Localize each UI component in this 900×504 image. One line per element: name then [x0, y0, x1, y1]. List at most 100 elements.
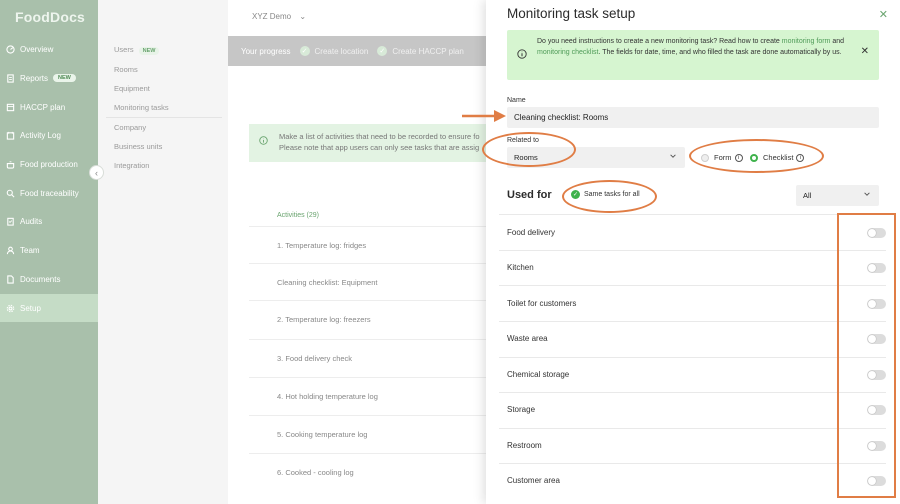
activity-name: Cleaning checklist: Equipment [277, 277, 378, 287]
subnav-divider [106, 117, 222, 118]
room-row: Restroom [499, 428, 886, 464]
annotation-circle-related-to [482, 132, 576, 167]
dashboard-icon [6, 44, 15, 54]
name-input[interactable]: Cleaning checklist: Rooms [507, 107, 879, 128]
annotation-circle-same-tasks [562, 180, 657, 213]
room-label: Restroom [507, 441, 542, 451]
room-label: Customer area [507, 476, 560, 486]
room-row: Chemical storage [499, 357, 886, 393]
nav-item-label: Reports [20, 73, 49, 83]
nav-item-label: Audits [20, 216, 43, 226]
company-selector[interactable]: XYZ Demo ⌄ [252, 12, 306, 21]
monitoring-checklist-link[interactable]: monitoring checklist [537, 49, 598, 56]
room-label: Chemical storage [507, 370, 570, 380]
banner-text: . The fields for date, time, and who fil… [598, 48, 779, 56]
subnav-item-integration[interactable]: Integration [114, 161, 149, 170]
nav-item-audits[interactable]: Audits [0, 207, 98, 235]
rooms-filter-select[interactable]: All [796, 185, 879, 206]
annotation-box-toggles [837, 213, 896, 498]
progress-step-label: Create HACCP plan [392, 46, 464, 56]
activity-row[interactable]: 5. Cooking temperature log [249, 415, 489, 452]
subnav-item-equipment[interactable]: Equipment [114, 84, 150, 93]
banner-text: and [832, 38, 845, 45]
nav-item-label: Overview [20, 44, 54, 54]
nav-item-overview[interactable]: Overview [0, 35, 98, 63]
activity-name: 4. Hot holding temperature log [277, 391, 378, 401]
nav-item-team[interactable]: Team [0, 236, 98, 264]
close-icon[interactable]: ✕ [879, 8, 888, 21]
clipboard-icon [6, 217, 15, 226]
annotation-arrow-icon [462, 110, 506, 122]
room-row: Storage [499, 392, 886, 428]
main-sidebar: FoodDocs Overview Reports NEW HACCP plan… [0, 0, 98, 504]
activity-name: 5. Cooking temperature log [277, 429, 368, 439]
nav-item-reports[interactable]: Reports NEW [0, 64, 98, 92]
nav-item-label: Food production [20, 159, 78, 169]
subnav-item-rooms[interactable]: Rooms [114, 65, 138, 74]
app-logo[interactable]: FoodDocs [15, 9, 85, 25]
room-row: Food delivery [499, 215, 886, 251]
pot-icon [6, 160, 15, 169]
nav-item-food-production[interactable]: Food production [0, 150, 98, 178]
new-badge: NEW [53, 74, 76, 82]
subnav-item-monitoring-tasks[interactable]: Monitoring tasks [114, 103, 169, 112]
check-icon: ✓ [377, 46, 388, 56]
nav-item-documents[interactable]: Documents [0, 265, 98, 293]
dismiss-icon[interactable]: ✕ [861, 46, 869, 58]
room-row: Toilet for customers [499, 286, 886, 322]
activity-row[interactable]: 2. Temperature log: freezers [249, 300, 489, 337]
document-icon [6, 274, 15, 284]
annotation-circle-form-type [689, 139, 824, 173]
activity-row[interactable]: 3. Food delivery check [249, 339, 489, 376]
filter-value: All [803, 191, 812, 200]
chevron-down-icon [669, 152, 677, 162]
activity-row[interactable]: 4. Hot holding temperature log [249, 377, 489, 414]
subnav-item-label: Users [114, 45, 134, 54]
nav-item-label: Setup [20, 303, 41, 313]
progress-step-create-location[interactable]: ✓ Create location [299, 46, 368, 56]
info-icon [259, 136, 268, 148]
info-banner: Make a list of activities that need to b… [249, 124, 489, 162]
nav-item-setup[interactable]: Setup [0, 294, 98, 322]
search-icon [6, 189, 15, 198]
room-label: Food delivery [507, 228, 556, 238]
setup-subnav: Users NEW Rooms Equipment Monitoring task… [98, 0, 228, 504]
progress-step-create-haccp[interactable]: ✓ Create HACCP plan [377, 46, 464, 56]
company-name: XYZ Demo [252, 12, 292, 21]
gear-icon [6, 304, 15, 313]
progress-bar: Your progress ✓ Create location ✓ Create H… [228, 36, 488, 66]
plan-icon [6, 103, 15, 112]
activity-row[interactable]: 6. Cooked - cooling log [249, 453, 489, 490]
nav-item-activity-log[interactable]: Activity Log [0, 121, 98, 149]
collapse-sidebar-button[interactable]: ‹ [89, 165, 104, 180]
nav-item-label: HACCP plan [20, 102, 66, 112]
nav-item-label: Team [20, 245, 40, 255]
subnav-item-business-units[interactable]: Business units [114, 142, 162, 151]
activity-row[interactable]: 1. Temperature log: fridges [249, 226, 489, 263]
room-row: Customer area [499, 463, 886, 499]
subnav-item-company[interactable]: Company [114, 123, 146, 132]
subnav-item-users[interactable]: Users NEW [114, 45, 160, 55]
activity-name: 3. Food delivery check [277, 353, 353, 363]
chevron-down-icon [863, 190, 871, 200]
activity-name: 2. Temperature log: freezers [277, 314, 371, 324]
activities-header: Activities (29) [277, 212, 320, 219]
calendar-icon [6, 131, 15, 140]
room-label: Kitchen [507, 263, 534, 273]
banner-text: automatically by us. [780, 48, 842, 56]
info-icon [517, 49, 527, 64]
room-label: Waste area [507, 334, 548, 344]
nav-item-label: Documents [20, 274, 61, 284]
nav-item-food-traceability[interactable]: Food traceability [0, 179, 98, 207]
activity-name: 6. Cooked - cooling log [277, 467, 354, 477]
nav-item-haccp-plan[interactable]: HACCP plan [0, 93, 98, 121]
report-icon [6, 73, 15, 83]
activity-row[interactable]: Cleaning checklist: Equipment [249, 263, 489, 300]
instructions-banner: Do you need instructions to create a new… [507, 30, 879, 80]
room-row: Waste area [499, 321, 886, 357]
used-for-heading: Used for [507, 189, 552, 201]
activity-name: 1. Temperature log: fridges [277, 240, 367, 250]
person-icon [6, 246, 15, 255]
monitoring-form-link[interactable]: monitoring form [782, 38, 831, 45]
nav-item-label: Food traceability [20, 188, 79, 198]
